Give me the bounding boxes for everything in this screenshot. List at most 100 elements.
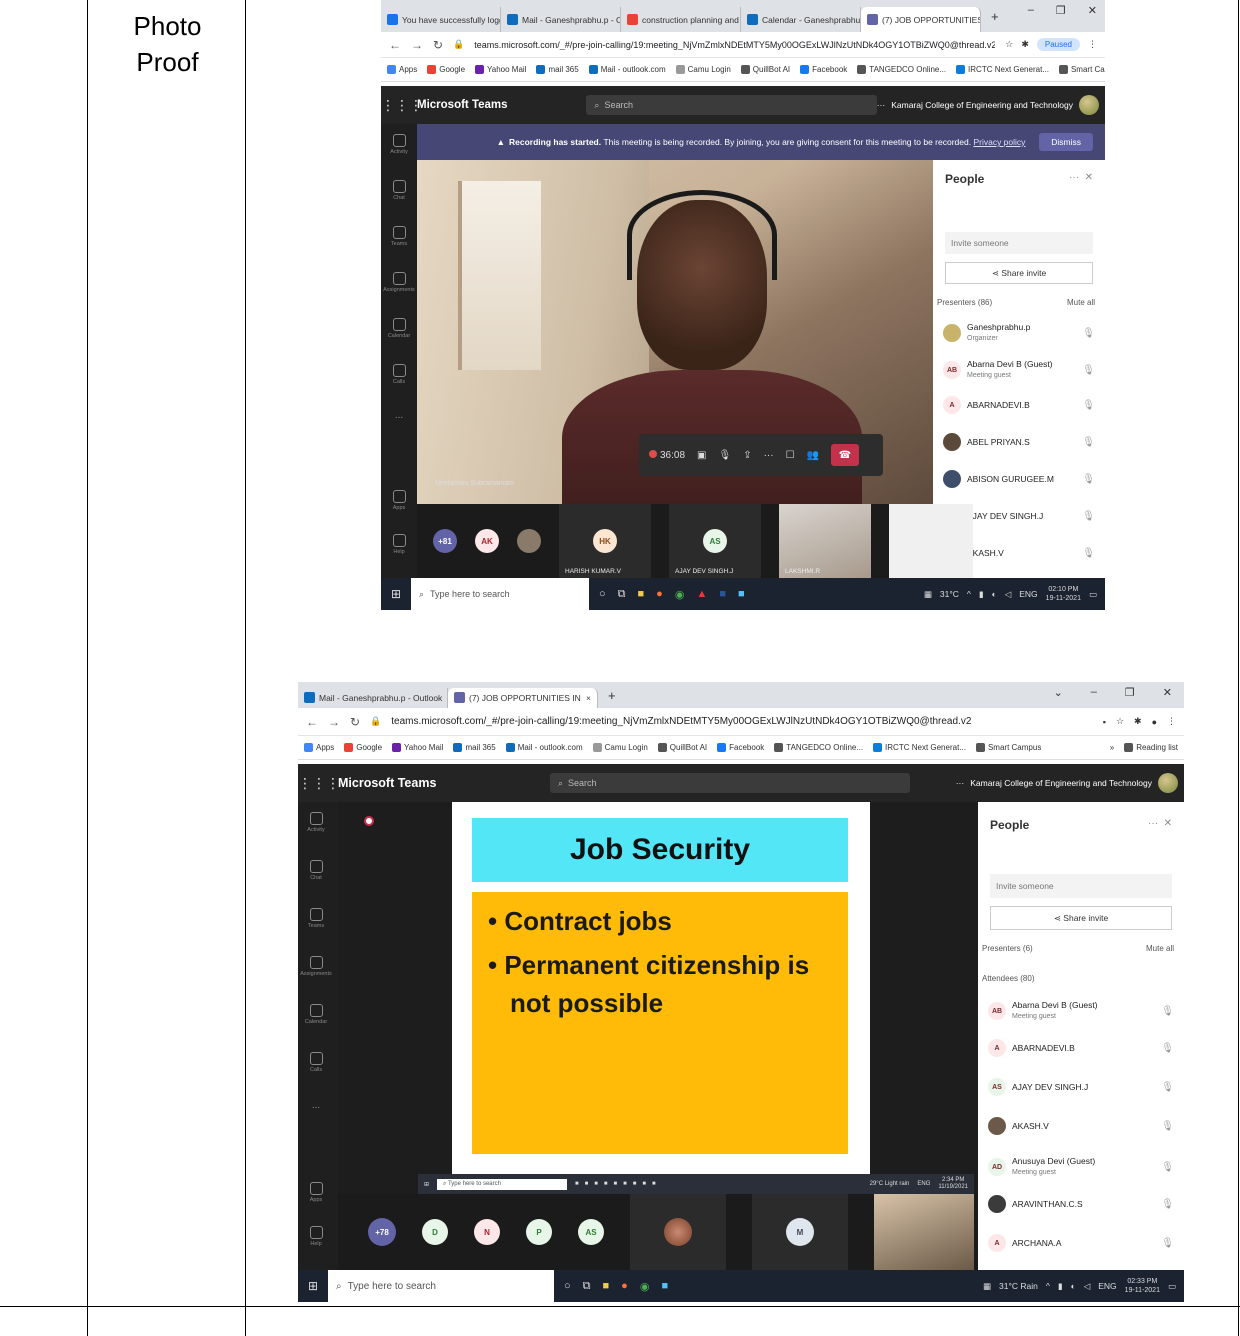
participant-avatar[interactable]: D <box>422 1219 448 1245</box>
mic-off-icon[interactable]: 🎙 <box>1082 328 1095 339</box>
bookmark-item[interactable]: Camu Login <box>675 65 731 74</box>
participant-row[interactable]: Ganeshprabhu.p Organizer 🎙 <box>943 322 1095 344</box>
bookmark-item[interactable]: QuillBot AI <box>740 65 790 74</box>
mute-all-button[interactable]: Mute all <box>1067 298 1095 307</box>
mic-off-icon[interactable]: 🎙 <box>1082 474 1095 485</box>
bookmark-item[interactable]: mail 365 <box>453 743 496 752</box>
battery-icon[interactable]: ▮ <box>1058 1281 1063 1292</box>
reload-icon[interactable]: ↻ <box>433 38 443 52</box>
new-tab-icon[interactable]: + <box>598 688 626 703</box>
participant-avatar[interactable]: N <box>474 1219 500 1245</box>
participant-photo[interactable] <box>517 529 541 553</box>
menu-kebab-icon[interactable]: ⋮ <box>1088 39 1097 50</box>
close-icon[interactable]: ✕ <box>1164 818 1172 829</box>
teams-search-input[interactable]: ⌕ Search <box>550 773 910 793</box>
task-view-icon[interactable]: ⧉ <box>618 588 626 601</box>
participant-tile[interactable] <box>630 1194 726 1270</box>
rail-item[interactable]: ... <box>381 410 417 421</box>
self-video-tile[interactable] <box>874 1194 974 1270</box>
mic-off-icon[interactable]: 🎙 <box>1161 1199 1174 1210</box>
firefox-icon[interactable]: ● <box>621 1280 628 1293</box>
bookmark-item[interactable]: Mail - outlook.com <box>588 65 666 74</box>
minimize-icon[interactable]: – <box>1028 4 1034 17</box>
bookmark-item[interactable]: TANGEDCO Online... <box>857 65 946 74</box>
more-actions-icon[interactable]: ··· <box>764 450 774 461</box>
more-icon[interactable]: ··· <box>1069 172 1079 183</box>
rail-item[interactable]: ... <box>298 1100 334 1111</box>
mic-off-icon[interactable]: 🎙 <box>1082 400 1095 411</box>
acrobat-icon[interactable]: ▲ <box>696 588 707 601</box>
chevron-down-icon[interactable]: ⌄ <box>1054 686 1063 699</box>
participant-row[interactable]: AD Anusuya Devi (Guest) Meeting guest 🎙 <box>988 1156 1174 1178</box>
star-icon[interactable]: ☆ <box>1005 39 1013 50</box>
url-field[interactable]: teams.microsoft.com/_#/pre-join-calling/… <box>474 40 995 50</box>
more-icon[interactable]: ··· <box>1148 818 1158 829</box>
taskbar-search[interactable]: ⌕ Type here to search <box>411 578 589 610</box>
rail-item[interactable]: Activity <box>381 134 417 155</box>
windows-start-icon[interactable]: ⊞ <box>381 587 411 601</box>
close-window-icon[interactable]: ✕ <box>1163 686 1172 699</box>
rail-item[interactable]: Apps <box>381 490 417 511</box>
weather-text[interactable]: 31°C Rain <box>999 1281 1038 1291</box>
browser-tab[interactable]: construction planning and s× <box>621 7 741 32</box>
photos-icon[interactable]: ■ <box>661 1280 668 1293</box>
share-invite-button[interactable]: ⋖ Share invite <box>990 906 1172 930</box>
overflow-participants[interactable]: +81 <box>433 529 457 553</box>
mic-off-icon[interactable]: 🎙 <box>1082 365 1095 376</box>
participant-tile[interactable]: M <box>752 1194 848 1270</box>
profile-icon[interactable]: ● <box>1152 717 1157 727</box>
mic-off-icon[interactable]: 🎙 <box>1161 1043 1174 1054</box>
mic-off-icon[interactable]: 🎙 <box>1082 511 1095 522</box>
bookmark-item[interactable]: mail 365 <box>536 65 579 74</box>
battery-icon[interactable]: ▮ <box>979 589 984 600</box>
invite-someone-input[interactable]: Invite someone <box>990 874 1172 898</box>
notifications-icon[interactable]: ▭ <box>1089 589 1097 600</box>
rail-item[interactable]: Assignments <box>381 272 417 293</box>
browser-tab[interactable]: (7) JOB OPPORTUNITIES IN × <box>448 687 598 708</box>
avatar[interactable] <box>1079 95 1099 115</box>
participant-row[interactable]: ARAVINTHAN.C.S 🎙 <box>988 1195 1174 1213</box>
language-indicator[interactable]: ENG <box>1019 589 1037 599</box>
rail-item[interactable]: Chat <box>381 180 417 201</box>
word-icon[interactable]: ■ <box>719 588 726 601</box>
record-indicator-icon[interactable]: ▪ <box>1103 717 1106 727</box>
language-indicator[interactable]: ENG <box>1098 1281 1116 1291</box>
browser-tab[interactable]: Calendar - Ganeshprabhu.p× <box>741 7 861 32</box>
mic-off-icon[interactable]: 🎙 <box>1161 1006 1174 1017</box>
back-icon[interactable]: ← <box>389 38 401 52</box>
dismiss-button[interactable]: Dismiss <box>1039 133 1093 151</box>
invite-someone-input[interactable]: Invite someone <box>945 232 1093 254</box>
network-icon[interactable]: ◐ <box>1071 1281 1076 1291</box>
bookmark-item[interactable]: Apps <box>304 743 334 752</box>
bookmark-item[interactable]: Camu Login <box>592 743 648 752</box>
participant-avatar[interactable]: AS <box>578 1219 604 1245</box>
rail-item[interactable]: Teams <box>381 226 417 247</box>
participant-row[interactable]: AB Abarna Devi B (Guest) Meeting guest 🎙 <box>943 359 1095 381</box>
participant-row[interactable]: ABEL PRIYAN.S 🎙 <box>943 433 1095 451</box>
participant-row[interactable]: AB Abarna Devi B (Guest) Meeting guest 🎙 <box>988 1000 1174 1022</box>
org-switcher[interactable]: ··· Kamaraj College of Engineering and T… <box>956 773 1184 793</box>
rail-item[interactable]: Help <box>298 1226 334 1247</box>
mic-off-icon[interactable]: 🎙 <box>1161 1162 1174 1173</box>
rail-item[interactable]: Calls <box>298 1052 334 1073</box>
share-invite-button[interactable]: ⋖ Share invite <box>945 262 1093 284</box>
bookmark-item[interactable]: TANGEDCO Online... <box>774 743 863 752</box>
bookmark-item[interactable]: Yahoo Mail <box>475 65 526 74</box>
close-icon[interactable]: × <box>586 693 591 703</box>
participant-row[interactable]: AKASH.V 🎙 <box>988 1117 1174 1135</box>
chrome-icon[interactable]: ◉ <box>675 588 685 601</box>
participants-icon[interactable]: 👥 <box>807 450 819 461</box>
participant-row[interactable]: A ABARNADEVI.B 🎙 <box>943 396 1095 414</box>
avatar[interactable] <box>1158 773 1178 793</box>
tray-chevron-icon[interactable]: ^ <box>967 589 971 599</box>
participant-avatar[interactable]: AK <box>475 529 499 553</box>
back-icon[interactable]: ← <box>306 715 318 729</box>
cortana-icon[interactable]: ○ <box>599 588 606 601</box>
chat-icon[interactable]: ☐ <box>786 450 795 461</box>
bookmark-item[interactable]: IRCTC Next Generat... <box>956 65 1049 74</box>
rail-item[interactable]: Calendar <box>298 1004 334 1025</box>
share-screen-icon[interactable]: ⇪ <box>743 450 751 461</box>
presenters-header[interactable]: Presenters (6) <box>982 944 1033 953</box>
network-icon[interactable]: ◐ <box>992 589 997 599</box>
volume-icon[interactable]: ◁ <box>1084 1281 1091 1292</box>
